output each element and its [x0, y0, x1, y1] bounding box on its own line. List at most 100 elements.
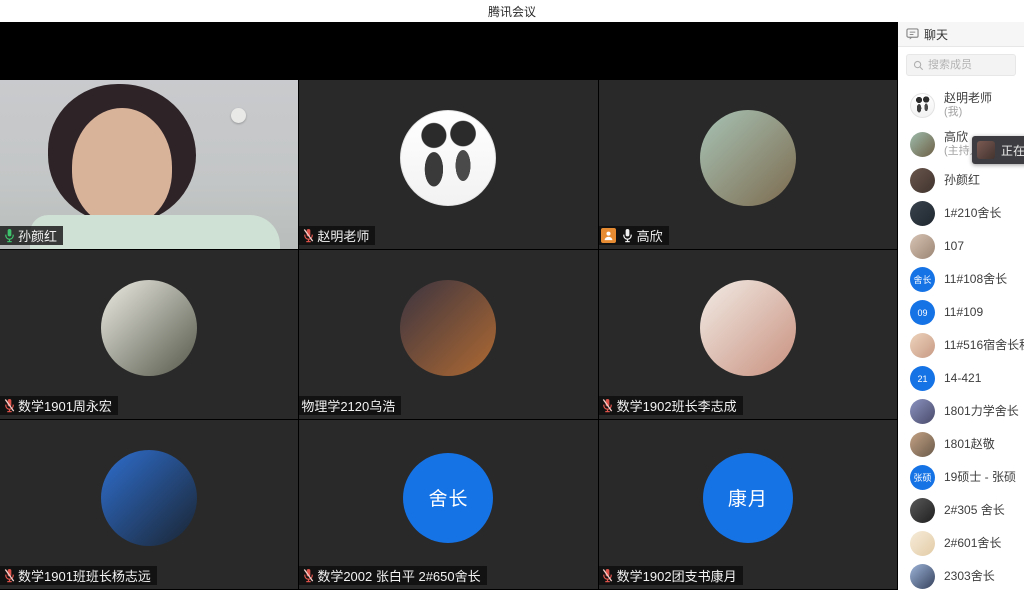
member-texts: 2#601舍长 [944, 537, 1001, 551]
video-tile[interactable]: 数学1901周永宏 [0, 250, 298, 419]
video-tile[interactable]: 数学1901班班长杨志远 [0, 420, 298, 589]
member-list-item[interactable]: 21 14-421 [898, 362, 1024, 395]
tile-name-label: 数学1902团支书康月 [599, 566, 743, 585]
video-tile[interactable]: 数学1902班长李志成 [599, 250, 897, 419]
search-icon [913, 60, 924, 71]
title-bar: 腾讯会议 [0, 0, 1024, 22]
tile-name-label: 高欣 [599, 226, 669, 245]
member-list-item[interactable]: 张硕 19硕士 - 张硕 [898, 461, 1024, 494]
member-avatar: 21 [910, 366, 935, 391]
participant-name: 数学2002 张白平 2#650舍长 [317, 566, 480, 585]
member-name: 14-421 [944, 372, 981, 386]
speaking-toast-avatar [977, 141, 995, 159]
participant-avatar [400, 280, 496, 376]
member-name: 19硕士 - 张硕 [944, 471, 1016, 485]
tile-name-label: 赵明老师 [299, 226, 375, 245]
participant-name: 物理学2120乌浩 [301, 396, 395, 415]
video-grid: 孙颜红 赵明老师 [0, 80, 897, 589]
participant-avatar [700, 280, 796, 376]
video-tile[interactable]: 物理学2120乌浩 [299, 250, 597, 419]
member-list-item[interactable]: 11#516宿舍长程茜 [898, 329, 1024, 362]
member-name: 11#516宿舍长程茜 [944, 339, 1024, 353]
member-avatar [910, 498, 935, 523]
member-avatar [910, 333, 935, 358]
member-texts: 11#109 [944, 306, 983, 320]
meeting-window: 腾讯会议 孙颜红 [0, 0, 1024, 590]
video-tile[interactable]: 康月 数学1902团支书康月 [599, 420, 897, 589]
participant-name: 数学1901周永宏 [18, 396, 112, 415]
member-name: 107 [944, 240, 964, 254]
video-tile[interactable]: 赵明老师 [299, 80, 597, 249]
member-texts: 14-421 [944, 372, 981, 386]
member-list-item[interactable]: 赵明老师 (我) [898, 86, 1024, 125]
member-name: 1#210舍长 [944, 207, 1001, 221]
tile-name-label: 数学1901班班长杨志远 [0, 566, 157, 585]
speaking-toast-text: 正在讲话 [1001, 142, 1024, 159]
member-name: 1801赵敬 [944, 438, 995, 452]
tile-name-label: 孙颜红 [0, 226, 63, 245]
member-texts: 2#305 舍长 [944, 504, 1005, 518]
chat-panel-header[interactable]: 聊天 [898, 22, 1024, 47]
chat-sidebar: 聊天 赵明老师 (我) 高欣 (主持人) 孙颜红 [898, 22, 1024, 590]
member-list-item[interactable]: 1801赵敬 [898, 428, 1024, 461]
member-list-item[interactable]: 2#305 舍长 [898, 494, 1024, 527]
member-list-item[interactable]: 1#210舍长 [898, 197, 1024, 230]
participant-name: 数学1902团支书康月 [617, 566, 737, 585]
tile-name-label: 数学2002 张白平 2#650舍长 [299, 566, 486, 585]
member-name: 11#109 [944, 306, 983, 320]
member-search-box[interactable] [906, 54, 1016, 76]
member-list-item[interactable]: 孙颜红 [898, 164, 1024, 197]
member-role: (我) [944, 106, 992, 119]
participant-name: 孙颜红 [18, 226, 57, 245]
speaking-toast: 正在讲话 [972, 136, 1024, 164]
member-avatar: 09 [910, 300, 935, 325]
tile-name-label: 物理学2120乌浩 [299, 396, 401, 415]
member-texts: 1801力学舍长 [944, 405, 1019, 419]
participant-avatar [101, 280, 197, 376]
member-avatar [910, 531, 935, 556]
video-tile[interactable]: 孙颜红 [0, 80, 298, 249]
member-avatar [910, 399, 935, 424]
member-name: 1801力学舍长 [944, 405, 1019, 419]
participant-avatar [400, 110, 496, 206]
member-avatar [910, 132, 935, 157]
member-texts: 1801赵敬 [944, 438, 995, 452]
member-search-input[interactable] [928, 59, 1014, 71]
mic-status-icon [601, 568, 615, 583]
video-tile[interactable]: 高欣 [599, 80, 897, 249]
member-texts: 11#516宿舍长程茜 [944, 339, 1024, 353]
member-avatar [910, 564, 935, 589]
member-list-item[interactable]: 1801力学舍长 [898, 395, 1024, 428]
window-title: 腾讯会议 [488, 3, 536, 20]
mic-status-icon [301, 568, 315, 583]
member-name: 11#108舍长 [944, 273, 1007, 287]
member-texts: 19硕士 - 张硕 [944, 471, 1016, 485]
member-avatar: 舍长 [910, 267, 935, 292]
member-list-item[interactable]: 09 11#109 [898, 296, 1024, 329]
member-avatar [910, 93, 935, 118]
video-region: 孙颜红 赵明老师 [0, 22, 898, 590]
participant-name: 高欣 [637, 226, 663, 245]
member-avatar [910, 234, 935, 259]
member-texts: 11#108舍长 [944, 273, 1007, 287]
member-texts: 2303舍长 [944, 570, 995, 584]
member-avatar [910, 432, 935, 457]
participant-avatar: 舍长 [403, 453, 493, 543]
participant-avatar: 康月 [703, 453, 793, 543]
member-list-item[interactable]: 2#601舍长 [898, 527, 1024, 560]
mic-status-icon [601, 398, 615, 413]
member-name: 2303舍长 [944, 570, 995, 584]
mic-status-icon [301, 228, 315, 243]
participant-name: 数学1901班班长杨志远 [18, 566, 151, 585]
member-avatar [910, 201, 935, 226]
tile-name-label: 数学1902班长李志成 [599, 396, 743, 415]
member-list-item[interactable]: 2303舍长 [898, 560, 1024, 590]
participant-name: 数学1902班长李志成 [617, 396, 737, 415]
mic-status-icon [2, 228, 16, 243]
member-list-item[interactable]: 舍长 11#108舍长 [898, 263, 1024, 296]
host-badge-icon [601, 228, 616, 243]
video-tile[interactable]: 舍长 数学2002 张白平 2#650舍长 [299, 420, 597, 589]
member-list-item[interactable]: 107 [898, 230, 1024, 263]
member-avatar [910, 168, 935, 193]
member-texts: 1#210舍长 [944, 207, 1001, 221]
